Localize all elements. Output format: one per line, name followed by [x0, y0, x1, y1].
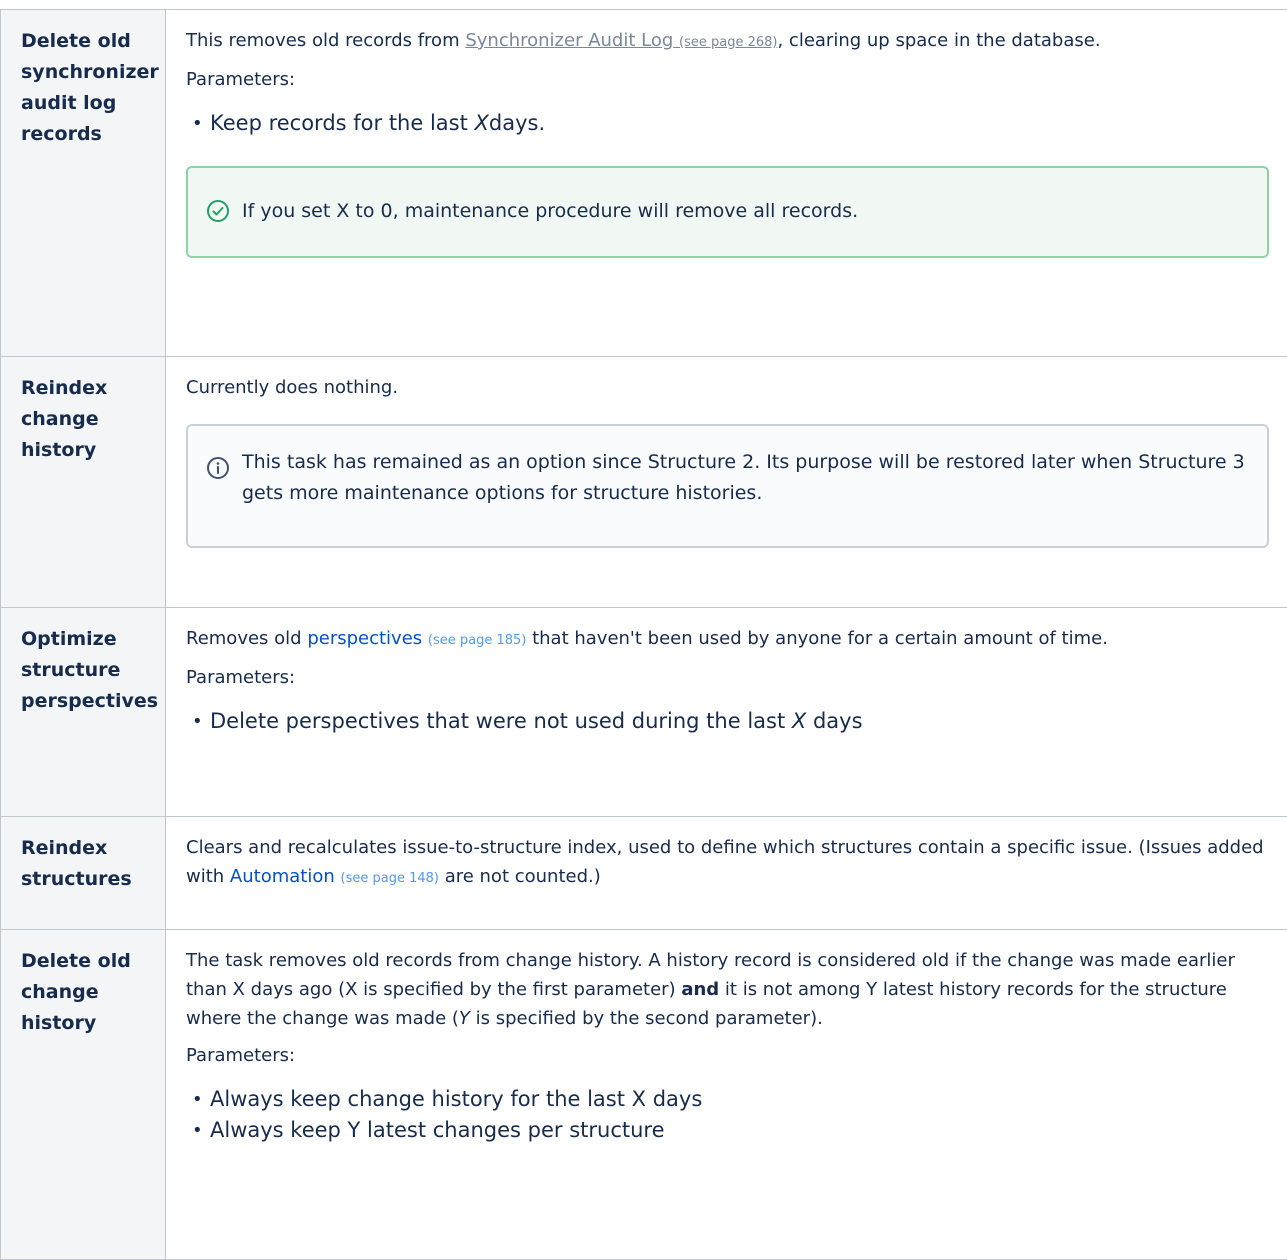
task-name-cell: Delete old synchronizer audit log record… — [1, 10, 166, 357]
table-row: Delete old change history The task remov… — [1, 930, 1287, 1260]
table-row: Reindex change history Currently does no… — [1, 357, 1287, 608]
task-description: Currently does nothing. — [186, 373, 1269, 402]
task-name-cell: Delete old change history — [1, 930, 166, 1260]
description-text: , clearing up space in the database. — [777, 30, 1100, 51]
param-text: Keep records for the last — [210, 111, 475, 135]
bullet-icon: • — [192, 108, 203, 139]
list-item: •Delete perspectives that were not used … — [210, 706, 1269, 737]
synchronizer-audit-log-link[interactable]: Synchronizer Audit Log (see page 268) — [465, 30, 777, 51]
perspectives-link[interactable]: perspectives (see page 185) — [307, 628, 526, 649]
param-text: Always keep Y latest changes per structu… — [210, 1118, 665, 1142]
list-item: •Always keep Y latest changes per struct… — [210, 1115, 1269, 1146]
task-description: This removes old records from Synchroniz… — [186, 26, 1269, 57]
description-text: Removes old — [186, 628, 307, 649]
parameters-label: Parameters: — [186, 1041, 1269, 1070]
table-row: Delete old synchronizer audit log record… — [1, 10, 1287, 357]
parameter-list: • Keep records for the last Xdays. — [186, 108, 1269, 139]
note-text: This task has remained as an option sinc… — [188, 447, 1267, 509]
parameters-label: Parameters: — [186, 663, 1269, 692]
note-text: If you set X to 0, maintenance procedure… — [188, 196, 1267, 227]
link-text[interactable]: perspectives — [307, 628, 422, 649]
link-text[interactable]: Automation — [230, 866, 335, 887]
list-item: •Always keep change history for the last… — [210, 1084, 1269, 1115]
link-page-ref[interactable]: (see page 148) — [341, 871, 439, 886]
param-text: days. — [489, 111, 545, 135]
task-description-cell: Currently does nothing. This task has re… — [166, 357, 1287, 608]
task-description-cell: Clears and recalculates issue-to-structu… — [166, 817, 1287, 930]
table-row: Optimize structure perspectives Removes … — [1, 608, 1287, 817]
task-name: Optimize structure perspectives — [21, 624, 159, 717]
bullet-icon: • — [192, 1115, 203, 1146]
task-description: The task removes old records from change… — [186, 946, 1269, 1033]
parameter-list: • Always keep change history for the last… — [186, 1084, 1269, 1146]
description-bold: and — [681, 979, 719, 1000]
task-name-cell: Reindex change history — [1, 357, 166, 608]
task-name: Reindex change history — [21, 373, 159, 466]
description-text: is specified by the second parameter). — [470, 1008, 823, 1029]
info-note-panel: This task has remained as an option sinc… — [186, 424, 1269, 548]
table-row: Reindex structures Clears and recalculat… — [1, 817, 1287, 930]
link-page-ref[interactable]: (see page 185) — [428, 633, 526, 648]
task-description-cell: This removes old records from Synchroniz… — [166, 10, 1287, 357]
task-description: Clears and recalculates issue-to-structu… — [186, 833, 1269, 893]
task-name-cell: Optimize structure perspectives — [1, 608, 166, 817]
task-name: Delete old change history — [21, 946, 159, 1039]
param-text: Always keep change history for the last … — [210, 1087, 702, 1111]
param-variable: X — [792, 709, 806, 733]
task-description-cell: Removes old perspectives (see page 185) … — [166, 608, 1287, 817]
info-circle-icon — [206, 456, 230, 480]
param-text: Delete perspectives that were not used d… — [210, 709, 792, 733]
description-text: are not counted.) — [439, 866, 601, 887]
list-item: •Keep records for the last Xdays. — [210, 108, 1269, 139]
link-text[interactable]: Synchronizer Audit Log — [465, 30, 673, 51]
task-name: Delete old synchronizer audit log record… — [21, 26, 159, 150]
param-text: days — [806, 709, 862, 733]
param-variable: X — [475, 111, 489, 135]
maintenance-tasks-table: Delete old synchronizer audit log record… — [0, 9, 1287, 1260]
success-note-panel: If you set X to 0, maintenance procedure… — [186, 166, 1269, 258]
description-variable: Y — [459, 1008, 470, 1029]
parameters-label: Parameters: — [186, 65, 1269, 94]
description-text: that haven't been used by anyone for a c… — [526, 628, 1108, 649]
task-name-cell: Reindex structures — [1, 817, 166, 930]
description-text: This removes old records from — [186, 30, 465, 51]
parameter-list: • Delete perspectives that were not used … — [186, 706, 1269, 737]
task-description-cell: The task removes old records from change… — [166, 930, 1287, 1260]
link-page-ref[interactable]: (see page 268) — [679, 35, 777, 50]
task-name: Reindex structures — [21, 833, 159, 895]
automation-link[interactable]: Automation (see page 148) — [230, 866, 439, 887]
maintenance-tasks-page: Delete old synchronizer audit log record… — [0, 0, 1287, 1246]
check-circle-icon — [206, 199, 230, 223]
task-description: Removes old perspectives (see page 185) … — [186, 624, 1269, 655]
bullet-icon: • — [192, 706, 203, 737]
bullet-icon: • — [192, 1084, 203, 1115]
